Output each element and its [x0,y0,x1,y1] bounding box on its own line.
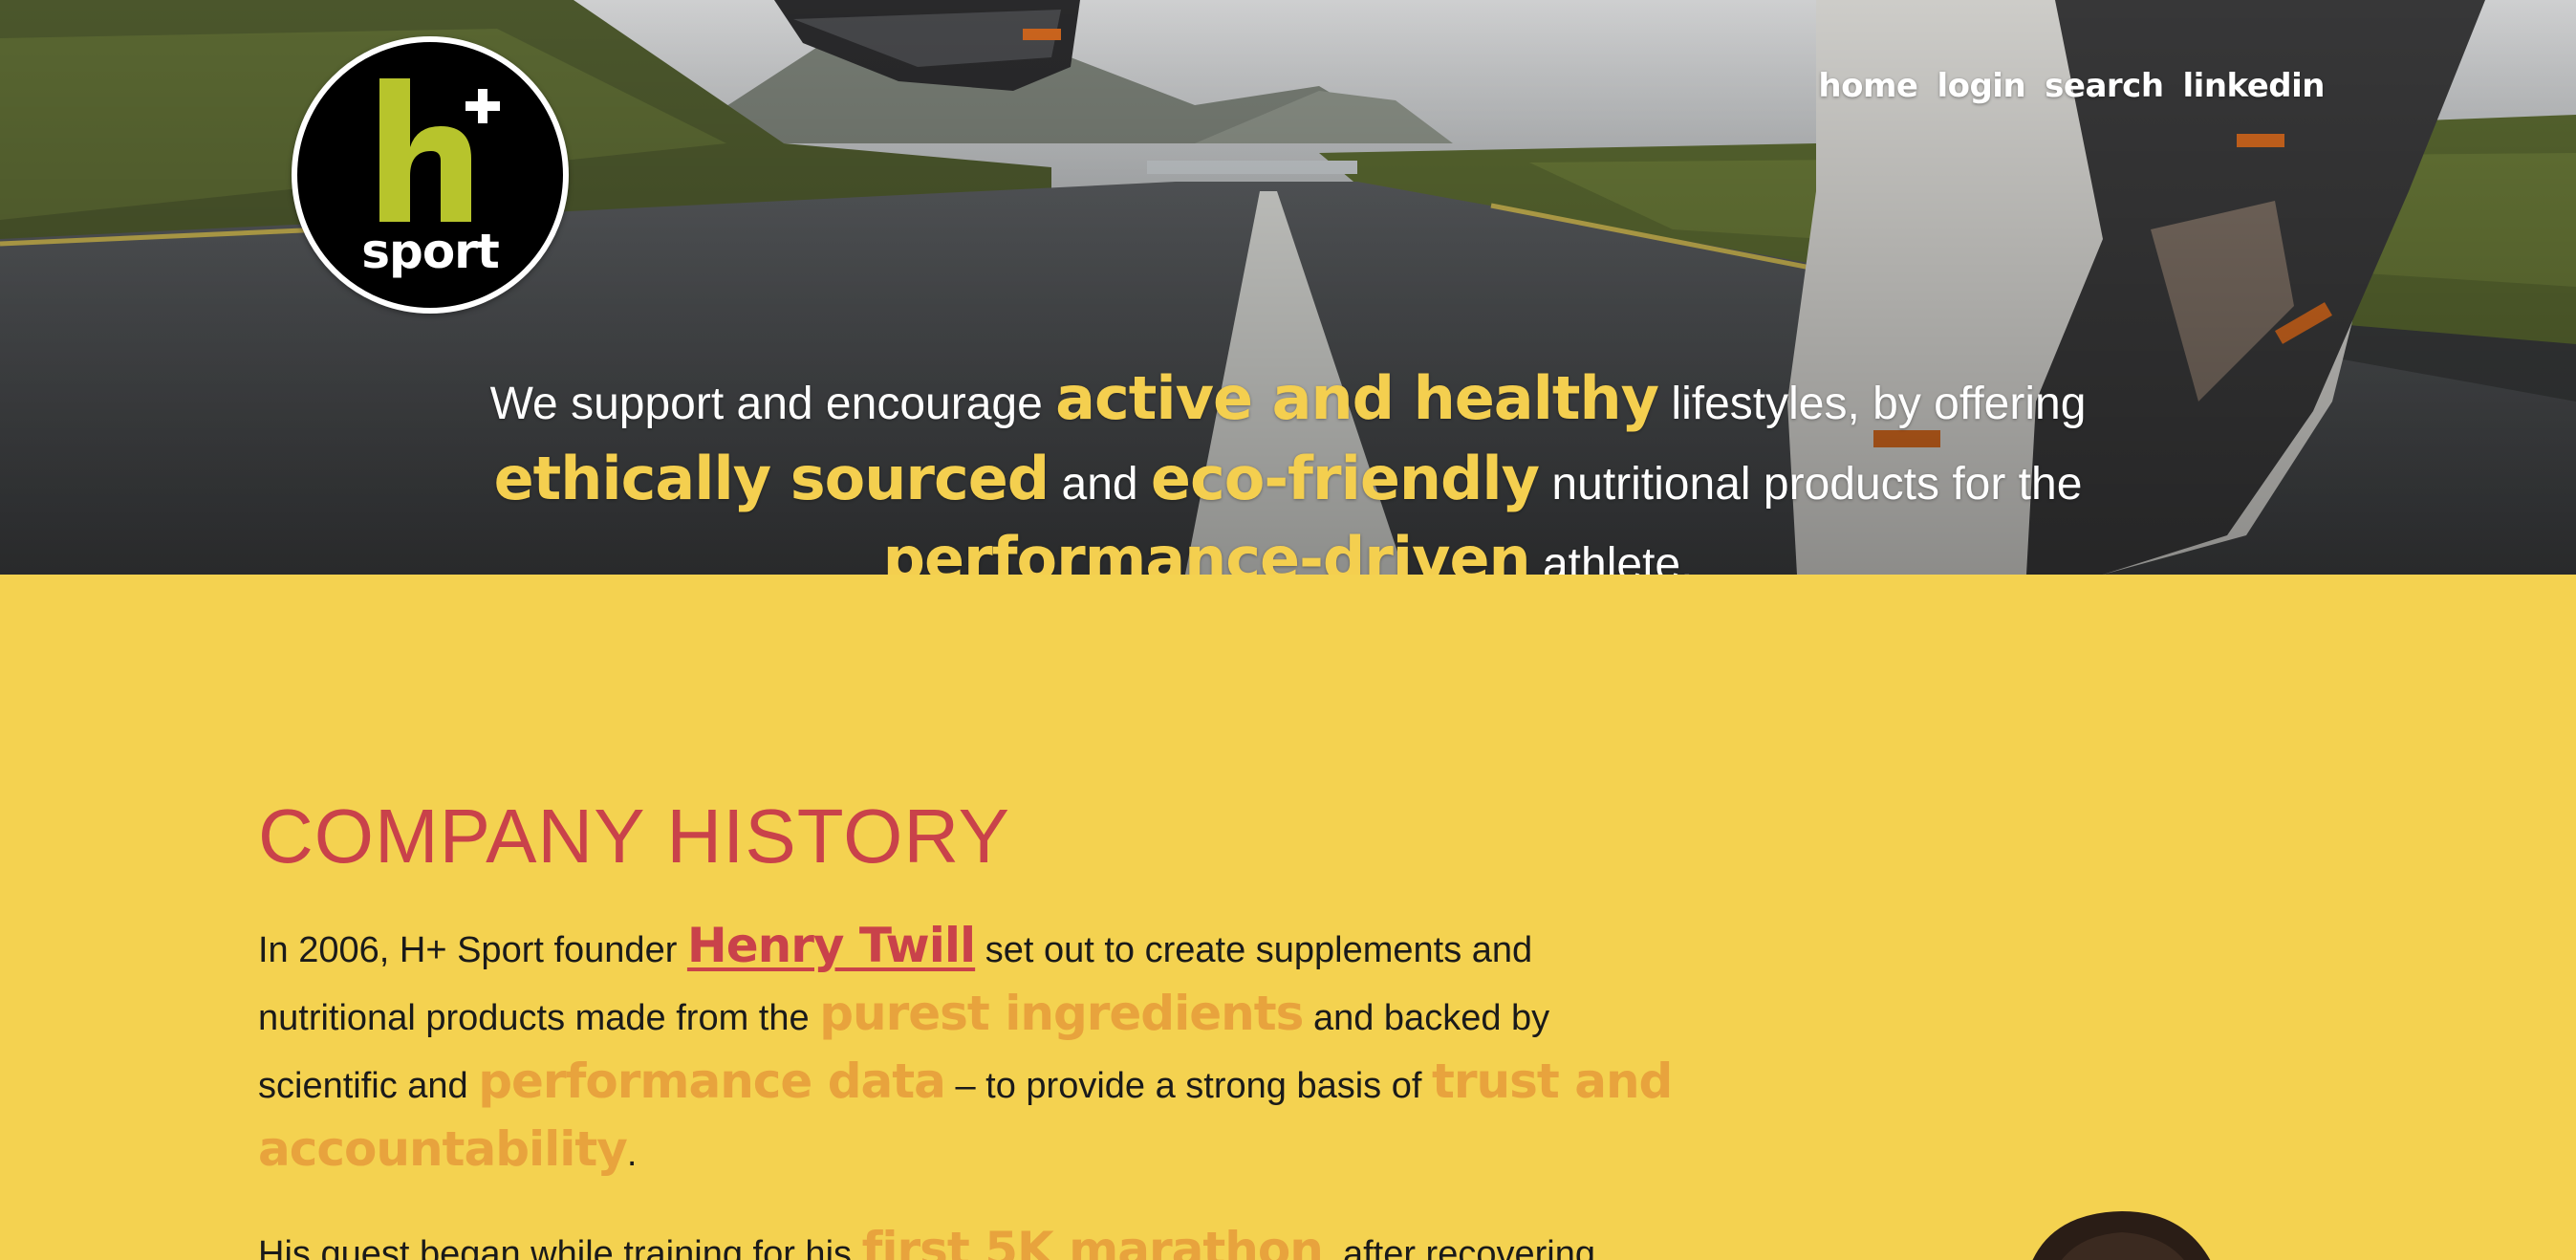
paragraph-text: – to provide a strong basis of [944,1066,1432,1106]
company-history-section: COMPANY HISTORY In 2006, H+ Sport founde… [0,575,2576,1260]
tagline-highlight: ethically sourced [493,444,1050,513]
nav-link-login[interactable]: login [1937,67,2025,105]
history-paragraph: In 2006, H+ Sport founder Henry Twill se… [258,914,1673,1185]
history-body: In 2006, H+ Sport founder Henry Twill se… [258,914,1673,1260]
top-navigation: home login search linkedin [1818,67,2325,105]
nav-link-search[interactable]: search [2045,67,2164,105]
paragraph-text: , after recovering [1322,1234,1595,1260]
hero-banner: sport home login search linkedin We supp… [0,0,2576,575]
tagline-highlight: eco-friendly [1150,444,1540,513]
tagline-text: lifestyles, by offering [1658,379,2087,429]
nav-link-home[interactable]: home [1818,67,1918,105]
logo-wordmark: sport [361,224,499,279]
hero-tagline: We support and encourage active and heal… [382,361,2194,575]
tagline-text: and [1049,459,1151,510]
founder-portrait-image [2007,1194,2246,1260]
section-title: COMPANY HISTORY [258,793,1011,879]
emphasis-text: first 5K marathon [861,1222,1324,1260]
paragraph-text: His quest began while training for his [258,1234,862,1260]
h-plus-sport-logo[interactable]: sport [292,36,569,314]
emphasis-text: performance data [478,1054,946,1109]
founder-link[interactable]: Henry Twill [687,918,976,973]
tagline-highlight: performance-driven [882,524,1531,575]
paragraph-text: In 2006, H+ Sport founder [258,930,687,970]
emphasis-text: purest ingredients [819,986,1304,1041]
tagline-text: We support and encourage [489,379,1056,429]
nav-link-linkedin[interactable]: linkedin [2183,67,2326,105]
tagline-highlight: active and healthy [1055,363,1659,433]
tagline-text: nutritional products for the [1539,459,2083,510]
paragraph-text: . [626,1134,638,1174]
history-paragraph: His quest began while training for his f… [258,1218,1673,1260]
tagline-text: athlete. [1529,539,1694,575]
